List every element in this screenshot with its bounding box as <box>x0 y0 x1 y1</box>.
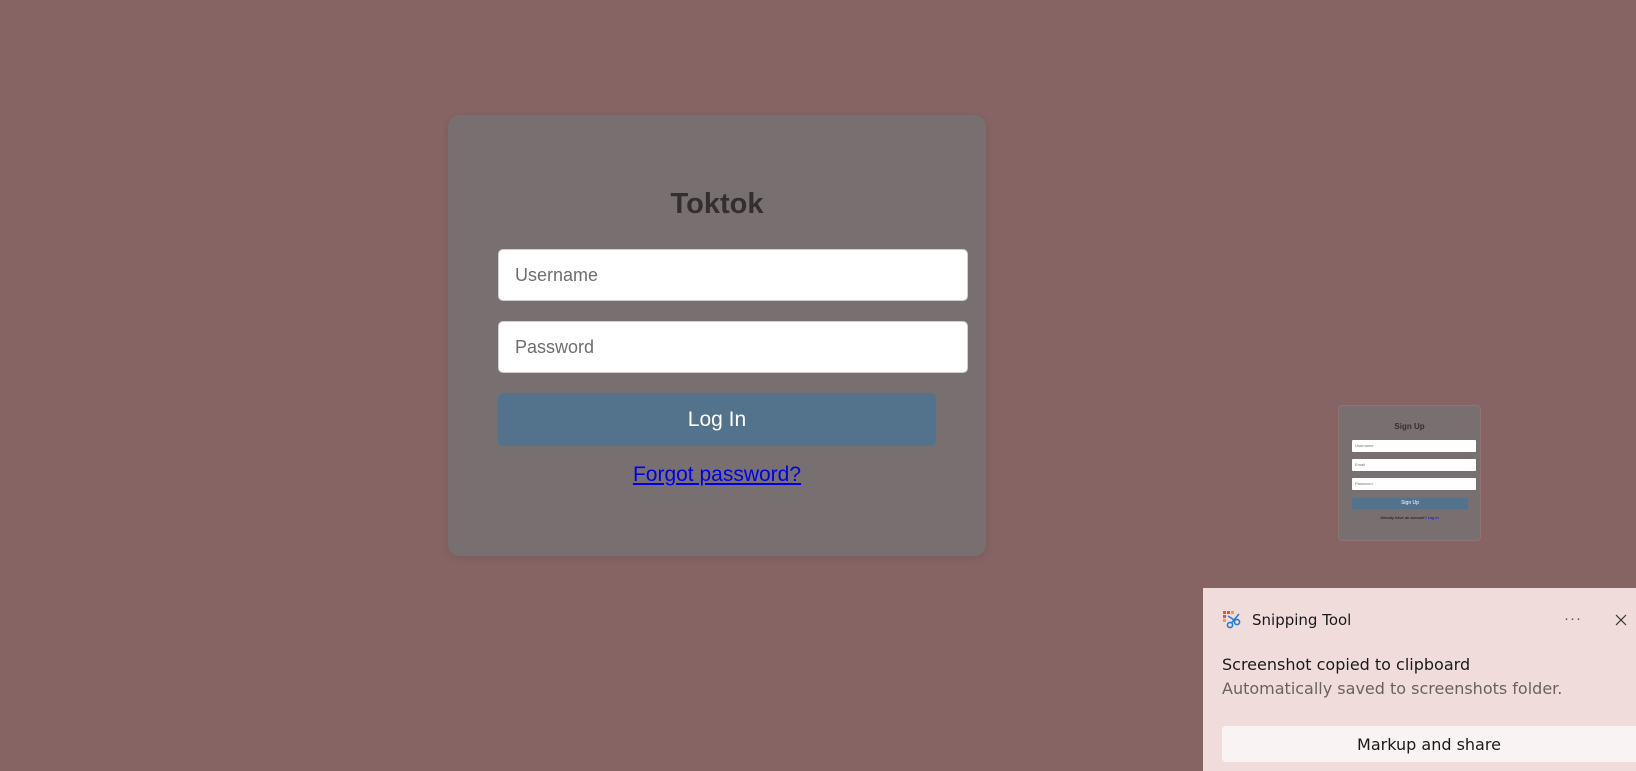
markup-and-share-button[interactable]: Markup and share <box>1222 726 1636 762</box>
toast-panel: Snipping Tool ··· Screenshot copied to c… <box>1203 588 1636 771</box>
toast-message: Screenshot copied to clipboard <box>1222 655 1471 674</box>
page: Toktok Log In Forgot password? Sign Up U… <box>0 0 1636 771</box>
thumb-title: Sign Up <box>1394 422 1425 431</box>
preview-thumbnail: Sign Up Username Email Password Sign Up … <box>1339 406 1480 540</box>
thumb-footer-link: Log in <box>1427 515 1439 520</box>
password-input[interactable] <box>498 321 968 373</box>
screenshot-preview[interactable]: Sign Up Username Email Password Sign Up … <box>1203 368 1636 588</box>
toast-sub-message: Automatically saved to screenshots folde… <box>1222 679 1563 698</box>
more-options-button[interactable]: ··· <box>1560 608 1586 632</box>
login-button[interactable]: Log In <box>498 393 936 446</box>
username-input[interactable] <box>498 249 968 301</box>
thumb-footer: Already have an account? Log in <box>1339 515 1480 520</box>
forgot-password-link[interactable]: Forgot password? <box>448 463 986 487</box>
toast-header: Snipping Tool <box>1222 608 1351 632</box>
snipping-tool-icon <box>1222 610 1242 630</box>
close-icon[interactable] <box>1611 608 1631 632</box>
brand-title: Toktok <box>670 188 764 220</box>
snipping-tool-notification: Sign Up Username Email Password Sign Up … <box>1203 368 1636 771</box>
login-card: Toktok Log In Forgot password? <box>448 115 986 556</box>
thumb-password-field: Password <box>1352 478 1476 490</box>
app-name: Snipping Tool <box>1252 611 1352 629</box>
thumb-footer-text: Already have an account? <box>1380 515 1428 520</box>
thumb-email-field: Email <box>1352 459 1476 471</box>
thumb-username-field: Username <box>1352 440 1476 452</box>
thumb-signup-button: Sign Up <box>1352 498 1468 509</box>
